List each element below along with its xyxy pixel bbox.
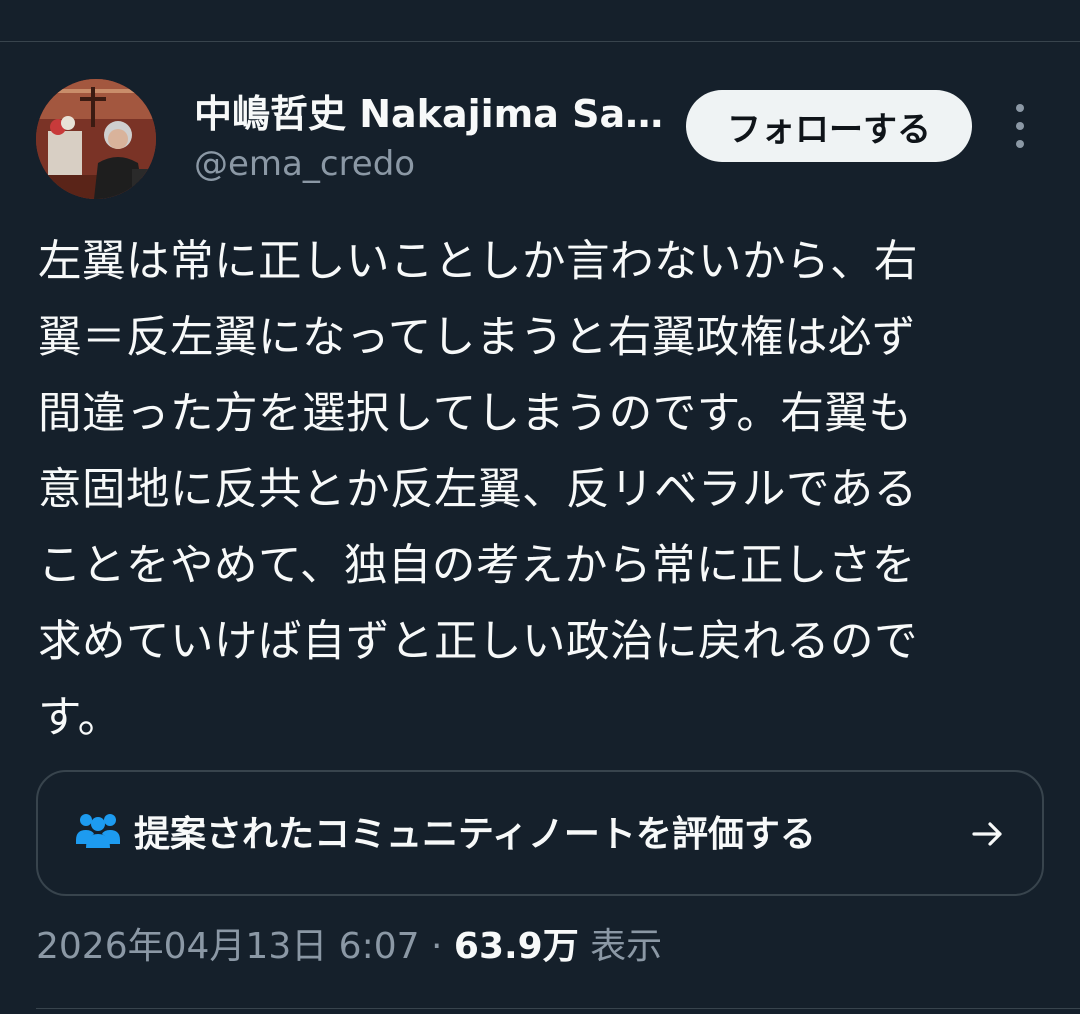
more-dot (1016, 104, 1024, 112)
views-count: 63.9万 (453, 926, 579, 967)
top-divider (0, 41, 1080, 42)
tweet-text-line: 左翼は常に正しいことしか言わないから、右 (38, 237, 918, 287)
views-label: 表示 (590, 926, 663, 967)
tweet-text: 左翼は常に正しいことしか言わないから、右 翼＝反左翼になってしまうと右翼政権は必… (38, 224, 1038, 756)
tweet-text-line: ことをやめて、独自の考えから常に正しさを (38, 541, 916, 591)
people-icon (76, 814, 120, 848)
community-note-label: 提案されたコミュニティノートを評価する (134, 814, 816, 855)
tweet-text-line: 求めていけば自ずと正しい政治に戻れるので (38, 617, 918, 667)
tweet-timestamp[interactable]: 2026年04月13日 6:07 (36, 926, 420, 967)
tweet-text-line: す。 (38, 693, 122, 743)
author-handle[interactable]: @ema_credo (194, 142, 415, 186)
tweet-text-line: 意固地に反共とか反左翼、反リベラルである (38, 465, 918, 515)
tweet-text-line: 間違った方を選択してしまうのです。右翼も (38, 389, 913, 439)
more-vertical-icon[interactable] (1002, 104, 1038, 148)
more-dot (1016, 140, 1024, 148)
community-note-rating-card[interactable]: 提案されたコミュニティノートを評価する (36, 770, 1044, 896)
arrow-right-icon (972, 822, 1002, 846)
tweet-text-line: 翼＝反左翼になってしまうと右翼政権は必ず (38, 313, 916, 363)
tweet-meta: 2026年04月13日 6:07 · 63.9万 表示 (36, 922, 662, 972)
meta-separator: · (430, 926, 443, 967)
follow-button[interactable]: フォローする (686, 90, 972, 162)
more-dot (1016, 122, 1024, 130)
avatar[interactable] (36, 79, 156, 199)
bottom-divider (36, 1008, 1080, 1009)
tweet-detail-view: 中嶋哲史 Nakajima Sat... @ema_credo フォローする 左… (0, 0, 1080, 1014)
author-display-name[interactable]: 中嶋哲史 Nakajima Sat... (194, 90, 664, 138)
